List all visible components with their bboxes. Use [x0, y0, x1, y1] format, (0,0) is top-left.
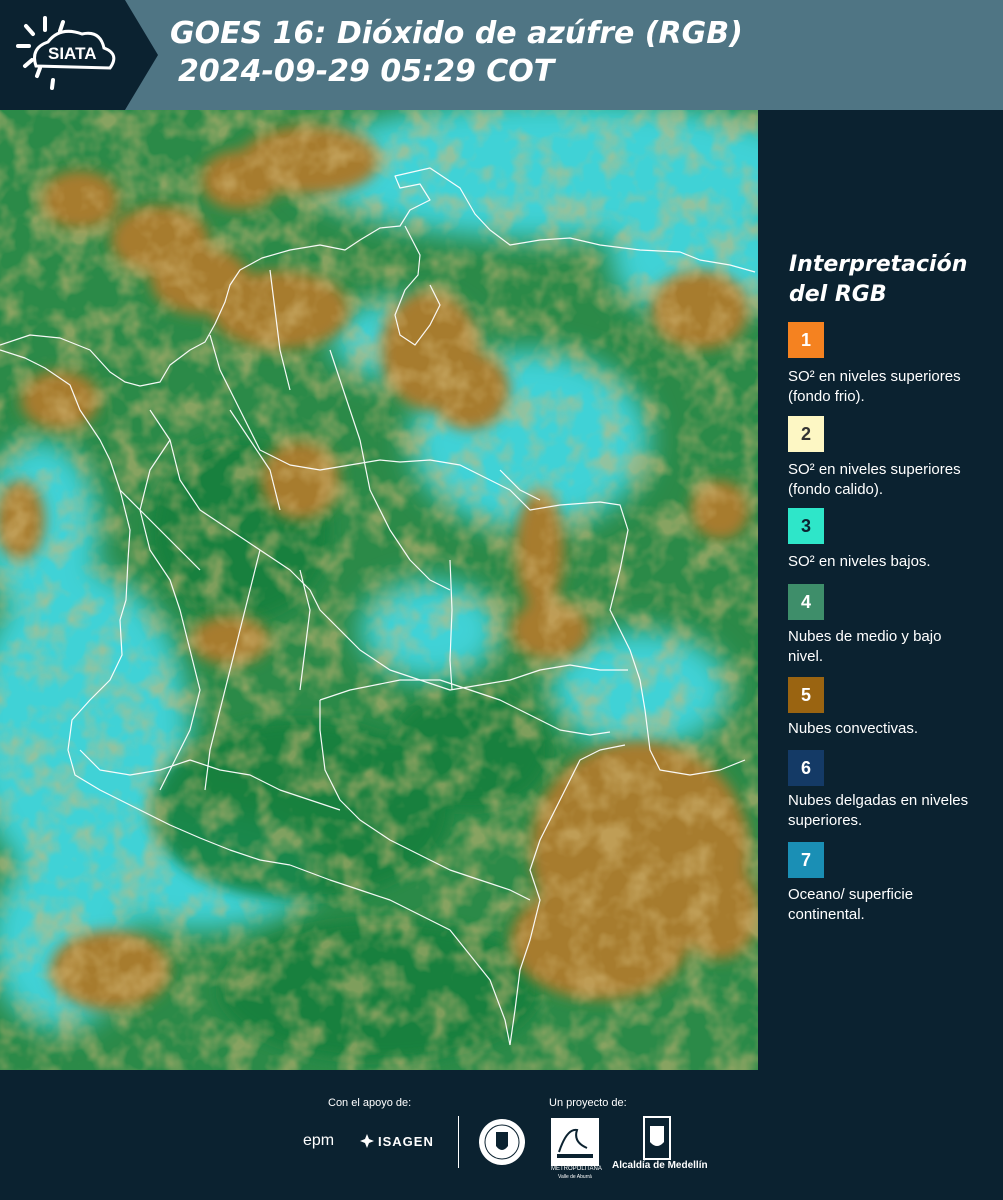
- legend-label-3: SO² en niveles bajos.: [788, 553, 931, 570]
- footer-divider: [458, 1116, 459, 1168]
- legend-swatch-1: 1: [788, 322, 824, 358]
- area-valle-label: Valle de Aburrá: [558, 1174, 592, 1180]
- area-metropolitana-icon: [551, 1118, 599, 1171]
- legend-label-4: Nubes de medio y bajo nivel.: [788, 628, 942, 665]
- legend-swatch-3: 3: [788, 508, 824, 544]
- alcaldia-logo-text: Alcaldía de Medellín: [612, 1160, 708, 1171]
- isagen-logo: ISAGEN: [378, 1134, 434, 1149]
- medellin-seal-icon: [478, 1118, 526, 1171]
- siata-logo: SIATA: [0, 0, 158, 110]
- legend-swatch-2: 2: [788, 416, 824, 452]
- legend-swatch-7: 7: [788, 842, 824, 878]
- legend-panel: Interpretación del RGB 1 SO² en niveles s…: [760, 110, 1003, 1070]
- legend-swatch-6: 6: [788, 750, 824, 786]
- legend-swatch-4: 4: [788, 584, 824, 620]
- legend-title: Interpretación del RGB: [789, 252, 968, 307]
- page-timestamp: 2024-09-29 05:29 COT: [178, 54, 555, 89]
- project-label: Un proyecto de:: [549, 1097, 627, 1109]
- siata-logo-text: SIATA: [48, 44, 97, 63]
- satellite-map[interactable]: [0, 110, 758, 1070]
- legend-label-1: SO² en niveles superiores (fondo frio).: [788, 368, 961, 405]
- area-metropolitana-label: METROPOLITANA: [551, 1166, 602, 1172]
- isagen-icon: [360, 1134, 374, 1148]
- header-bar: SIATA GOES 16: Dióxido de azúfre (RGB) 2…: [0, 0, 1003, 110]
- alcaldia-shield-icon: [643, 1116, 671, 1165]
- support-label: Con el apoyo de:: [328, 1097, 412, 1109]
- legend-label-5: Nubes convectivas.: [788, 720, 919, 737]
- legend-label-2: SO² en niveles superiores (fondo calido)…: [788, 461, 961, 498]
- legend-label-7: Oceano/ superficie continental.: [788, 886, 914, 923]
- legend-swatch-5: 5: [788, 677, 824, 713]
- epm-logo: epm: [303, 1132, 335, 1149]
- footer: Con el apoyo de: Un proyecto de: epm ISA…: [0, 1070, 1003, 1200]
- page-title: GOES 16: Dióxido de azúfre (RGB): [170, 16, 743, 51]
- legend-label-6: Nubes delgadas en niveles superiores.: [788, 792, 969, 829]
